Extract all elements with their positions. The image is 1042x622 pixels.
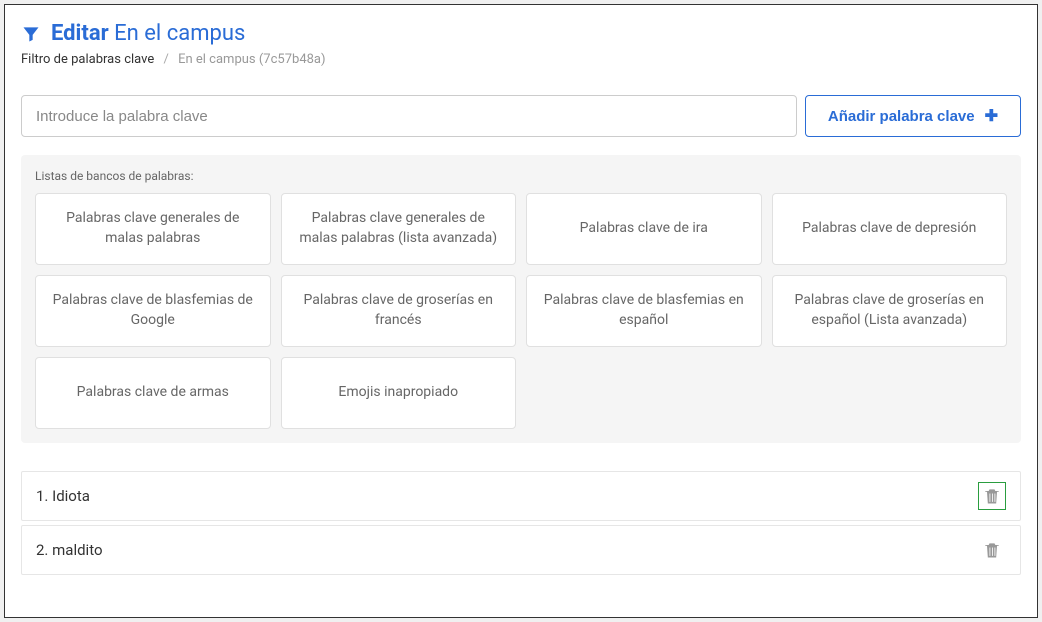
word-bank-grid: Palabras clave generales de malas palabr… bbox=[35, 193, 1007, 429]
bank-item[interactable]: Palabras clave de armas bbox=[35, 357, 271, 429]
breadcrumb: Filtro de palabras clave / En el campus … bbox=[21, 52, 1021, 67]
bank-item[interactable]: Palabras clave de groserías en francés bbox=[281, 275, 517, 347]
bank-item[interactable]: Palabras clave de blasfemias en español bbox=[526, 275, 762, 347]
word-bank-label: Listas de bancos de palabras: bbox=[35, 169, 1007, 183]
plus-icon: ✚ bbox=[985, 106, 998, 126]
breadcrumb-current: En el campus (7c57b48a) bbox=[178, 52, 325, 67]
bank-item[interactable]: Palabras clave de blasfemias de Google bbox=[35, 275, 271, 347]
bank-item[interactable]: Palabras clave de groserías en español (… bbox=[772, 275, 1008, 347]
keyword-row: 1. Idiota bbox=[21, 471, 1021, 521]
title-light: En el campus bbox=[114, 21, 245, 46]
title-bold: Editar bbox=[51, 21, 109, 46]
keyword-row: 2. maldito bbox=[21, 525, 1021, 575]
add-button-label: Añadir palabra clave bbox=[828, 108, 975, 125]
breadcrumb-sep: / bbox=[163, 52, 168, 67]
keyword-text: 2. maldito bbox=[36, 541, 103, 559]
keyword-text: 1. Idiota bbox=[36, 487, 90, 505]
main-panel: Editar En el campus Filtro de palabras c… bbox=[4, 4, 1038, 618]
keyword-input-row: Añadir palabra clave ✚ bbox=[21, 95, 1021, 137]
bank-item[interactable]: Palabras clave generales de malas palabr… bbox=[35, 193, 271, 265]
trash-icon bbox=[982, 540, 1002, 560]
bank-item[interactable]: Emojis inapropiado bbox=[281, 357, 517, 429]
page-title: Editar En el campus bbox=[51, 21, 245, 46]
trash-icon bbox=[982, 486, 1002, 506]
page-header: Editar En el campus bbox=[21, 21, 1021, 46]
bank-item[interactable]: Palabras clave de ira bbox=[526, 193, 762, 265]
delete-keyword-button[interactable] bbox=[978, 536, 1006, 564]
keyword-input[interactable] bbox=[21, 95, 797, 137]
breadcrumb-root[interactable]: Filtro de palabras clave bbox=[21, 52, 154, 67]
add-keyword-button[interactable]: Añadir palabra clave ✚ bbox=[805, 95, 1021, 137]
filter-icon bbox=[21, 24, 41, 44]
word-bank-section: Listas de bancos de palabras: Palabras c… bbox=[21, 155, 1021, 443]
delete-keyword-button[interactable] bbox=[978, 482, 1006, 510]
bank-item[interactable]: Palabras clave de depresión bbox=[772, 193, 1008, 265]
bank-item[interactable]: Palabras clave generales de malas palabr… bbox=[281, 193, 517, 265]
keyword-list: 1. Idiota 2. maldito bbox=[21, 471, 1021, 575]
